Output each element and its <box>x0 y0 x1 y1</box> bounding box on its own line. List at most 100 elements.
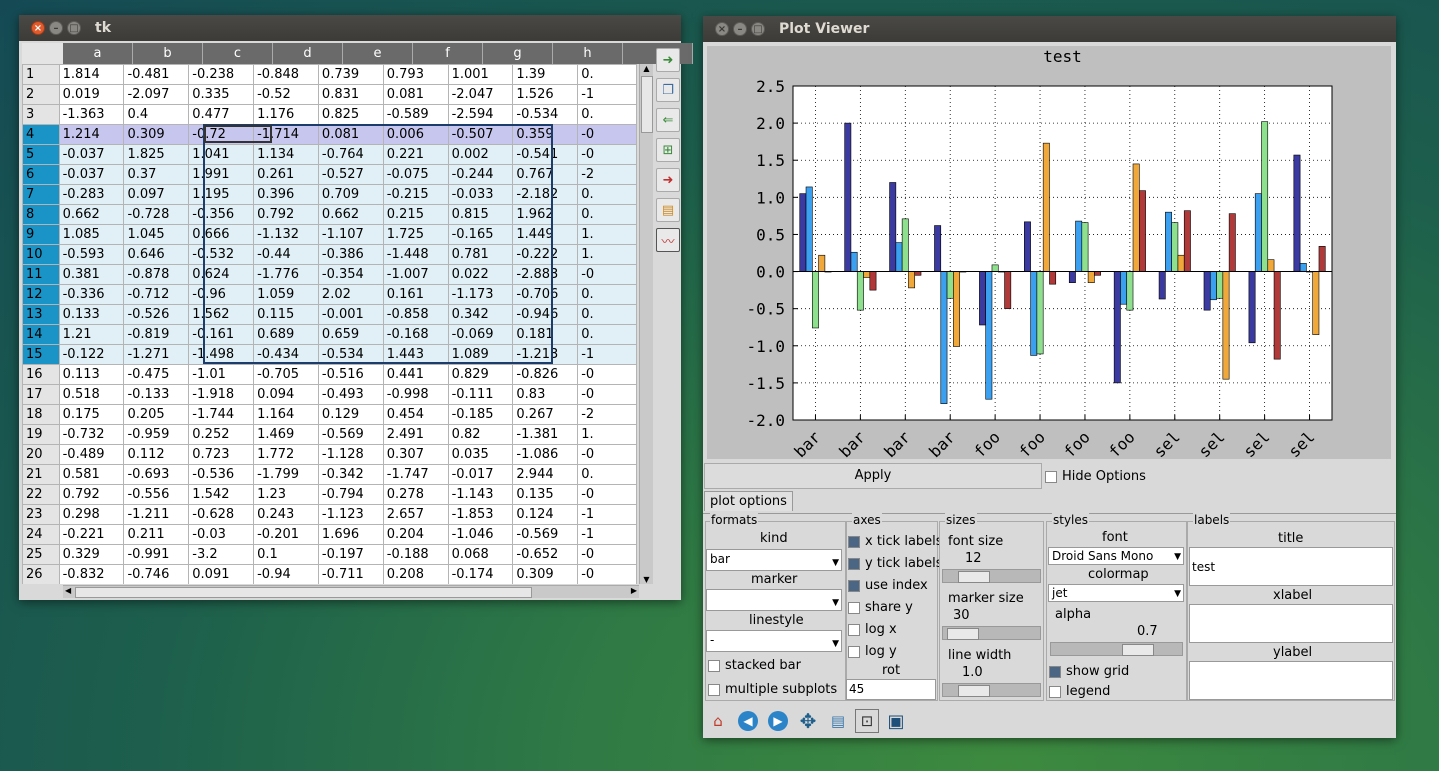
table-cell[interactable]: -0.652 <box>512 544 579 565</box>
table-cell[interactable]: -0.959 <box>123 424 190 445</box>
table-cell[interactable]: 0.298 <box>58 504 125 525</box>
row-header[interactable]: 25 <box>22 544 60 565</box>
table-cell[interactable]: 0.208 <box>382 564 449 584</box>
table-cell[interactable]: 0. <box>577 324 637 345</box>
table-row[interactable]: 16 0.113 -0.475 -1.01 -0.705 -0.516 0.441 0.829… <box>22 364 637 385</box>
table-cell[interactable]: 1.164 <box>253 404 319 425</box>
table-cell[interactable]: -0.764 <box>317 144 384 165</box>
table-row[interactable]: 17 0.518 -0.133 -1.918 0.094 -0.493 -0.998 -0.1… <box>22 384 637 405</box>
table-cell[interactable]: -2.182 <box>512 184 579 205</box>
table-cell[interactable]: -1.132 <box>253 224 319 245</box>
table-cell[interactable]: 1.825 <box>123 144 190 165</box>
vertical-scrollbar[interactable]: ▲ ▼ <box>639 64 653 584</box>
table-cell[interactable]: -0.185 <box>447 404 514 425</box>
table-cell[interactable]: 0. <box>577 304 637 325</box>
line-width-slider[interactable] <box>942 683 1041 697</box>
table-cell[interactable]: -0.96 <box>188 284 255 305</box>
table-cell[interactable]: 0.175 <box>58 404 125 425</box>
legend-checkbox[interactable]: legend <box>1049 684 1110 699</box>
table-cell[interactable]: -2.097 <box>123 84 190 105</box>
row-header[interactable]: 18 <box>22 404 60 425</box>
table-row[interactable]: 21 0.581 -0.693 -0.536 -1.799 -0.342 -1.747 -0.… <box>22 464 637 485</box>
table-cell[interactable]: -0.174 <box>447 564 514 584</box>
table-cell[interactable]: 0.221 <box>382 144 449 165</box>
scroll-left-icon[interactable]: ◀ <box>65 586 71 595</box>
table-cell[interactable]: 0.181 <box>512 324 579 345</box>
apply-button[interactable]: Apply <box>704 463 1042 489</box>
table-cell[interactable]: -0 <box>577 144 637 165</box>
scroll-down-icon[interactable]: ▼ <box>640 575 653 584</box>
table-cell[interactable]: -0.342 <box>317 464 384 485</box>
row-header[interactable]: 4 <box>22 124 60 145</box>
column-header-cell[interactable]: e <box>343 43 413 64</box>
table-cell[interactable]: -0.693 <box>123 464 190 485</box>
table-cell[interactable]: 0.133 <box>58 304 125 325</box>
horizontal-scrollbar[interactable]: ◀ ▶ <box>63 585 639 598</box>
table-cell[interactable]: 1.562 <box>188 304 255 325</box>
table-cell[interactable]: -0.794 <box>317 484 384 505</box>
table-cell[interactable]: -0.998 <box>382 384 449 405</box>
table-cell[interactable]: -0.705 <box>253 364 319 385</box>
maximize-icon[interactable]: □ <box>67 21 81 35</box>
alpha-slider[interactable] <box>1050 642 1183 656</box>
checkbox-box[interactable] <box>1045 470 1057 483</box>
table-cell[interactable]: -0.569 <box>512 524 579 545</box>
table-cell[interactable]: -0.001 <box>317 304 384 325</box>
add-column-icon[interactable]: ⊞ <box>656 138 680 162</box>
table-cell[interactable]: 0.518 <box>58 384 125 405</box>
table-cell[interactable]: 1.991 <box>188 164 255 185</box>
table-row[interactable]: 9 1.085 1.045 0.666 -1.132 -1.107 1.725 -0.165 1… <box>22 224 637 245</box>
forward-icon[interactable]: ▶ <box>765 708 791 734</box>
table-cell[interactable]: 1.962 <box>512 204 579 225</box>
table-cell[interactable]: -0.628 <box>188 504 255 525</box>
table-cell[interactable]: -1.448 <box>382 244 449 265</box>
table-cell[interactable]: -0.728 <box>123 204 190 225</box>
table-cell[interactable]: -2.047 <box>447 84 514 105</box>
table-cell[interactable]: -0.991 <box>123 544 190 565</box>
table-cell[interactable]: 0.781 <box>447 244 514 265</box>
table-cell[interactable]: -1.381 <box>512 424 579 445</box>
zoom-icon[interactable]: ⊡ <box>855 709 879 733</box>
table-cell[interactable]: 0.83 <box>512 384 579 405</box>
table-cell[interactable]: -0.481 <box>123 64 190 85</box>
row-header[interactable]: 26 <box>22 564 60 584</box>
table-cell[interactable]: 1.443 <box>382 344 449 365</box>
table-cell[interactable]: 0.329 <box>58 544 125 565</box>
row-header[interactable]: 14 <box>22 324 60 345</box>
scroll-up-icon[interactable]: ▲ <box>640 64 653 73</box>
table-cell[interactable]: -0.238 <box>188 64 255 85</box>
table-cell[interactable]: -0.356 <box>188 204 255 225</box>
table-cell[interactable]: -3.2 <box>188 544 255 565</box>
table-cell[interactable]: -1 <box>577 504 637 525</box>
table-cell[interactable]: 0.307 <box>382 444 449 465</box>
table-cell[interactable]: -2.594 <box>447 104 514 125</box>
table-row[interactable]: 10 -0.593 0.646 -0.532 -0.44 -0.386 -1.448 0.78… <box>22 244 637 265</box>
table-cell[interactable]: 0. <box>577 184 637 205</box>
table-row[interactable]: 22 0.792 -0.556 1.542 1.23 -0.794 0.278 -1.143 0… <box>22 484 637 505</box>
table-cell[interactable]: 0.82 <box>447 424 514 445</box>
table-cell[interactable]: 0.006 <box>382 124 449 145</box>
table-cell[interactable]: 0.441 <box>382 364 449 385</box>
checkbox-box[interactable] <box>848 645 860 658</box>
table-row[interactable]: 13 0.133 -0.526 1.562 0.115 -0.001 -0.858 0.342… <box>22 304 637 325</box>
home-icon[interactable]: ⌂ <box>705 708 731 734</box>
row-header[interactable]: 8 <box>22 204 60 225</box>
table-cell[interactable]: 1.214 <box>58 124 125 145</box>
table-cell[interactable]: -2 <box>577 164 637 185</box>
table-cell[interactable]: 0.477 <box>188 104 255 125</box>
use-index-checkbox[interactable]: use index <box>848 578 928 593</box>
table-cell[interactable]: -1.01 <box>188 364 255 385</box>
table-cell[interactable]: 0.309 <box>512 564 579 584</box>
row-header[interactable]: 17 <box>22 384 60 405</box>
table-row[interactable]: 8 0.662 -0.728 -0.356 0.792 0.662 0.215 0.815 1.… <box>22 204 637 225</box>
minimize-icon[interactable]: – <box>733 22 747 36</box>
table-cell[interactable]: 0.646 <box>123 244 190 265</box>
table-cell[interactable]: 2.491 <box>382 424 449 445</box>
checkbox-box[interactable] <box>848 601 860 614</box>
table-cell[interactable]: 0.666 <box>188 224 255 245</box>
table-cell[interactable]: 0.381 <box>58 264 125 285</box>
column-header-cell[interactable]: d <box>273 43 343 64</box>
table-row[interactable]: 14 1.21 -0.819 -0.161 0.689 0.659 -0.168 -0.069… <box>22 324 637 345</box>
font-select[interactable]: Droid Sans Mono ▼ <box>1048 547 1184 565</box>
show-grid-checkbox[interactable]: show grid <box>1049 664 1129 679</box>
